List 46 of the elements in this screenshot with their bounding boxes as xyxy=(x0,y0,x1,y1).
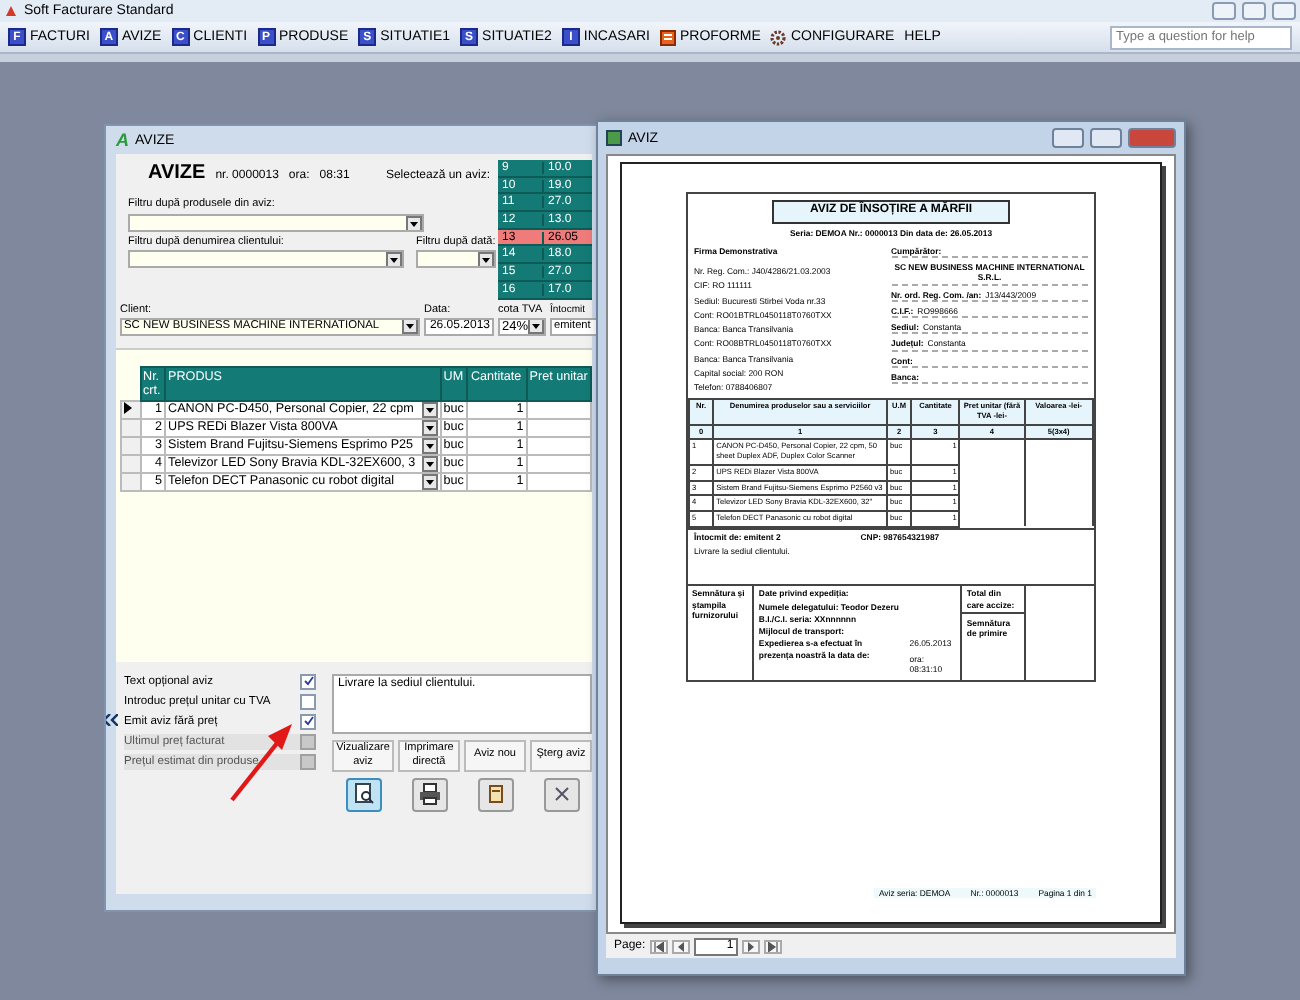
restore-button[interactable] xyxy=(1242,2,1266,20)
printer-icon xyxy=(417,782,441,806)
current-row-icon xyxy=(124,402,132,413)
dropdown-arrow-icon[interactable] xyxy=(421,402,438,416)
app-logo-icon xyxy=(4,4,18,18)
first-page-button[interactable] xyxy=(649,939,668,953)
document-icon xyxy=(659,29,676,45)
dropdown-arrow-icon[interactable] xyxy=(421,420,438,434)
maximize-button[interactable] xyxy=(1090,128,1122,148)
check-icon xyxy=(303,676,313,686)
checkbox[interactable] xyxy=(300,693,316,709)
next-page-button[interactable] xyxy=(741,939,760,953)
client-filter-dropdown[interactable] xyxy=(128,250,404,268)
dropdown-arrow-icon[interactable] xyxy=(402,319,418,333)
last-page-button[interactable] xyxy=(763,939,782,953)
check-icon xyxy=(303,716,313,726)
icon-button[interactable] xyxy=(345,777,381,811)
form-heading: AVIZE xyxy=(148,162,206,184)
dropdown-arrow-icon[interactable] xyxy=(421,438,438,452)
minimize-button[interactable] xyxy=(1052,128,1084,148)
row-selector[interactable] xyxy=(121,400,141,418)
previous-page-button[interactable] xyxy=(671,939,690,953)
previous-page-icon xyxy=(675,941,686,951)
app-letter-icon: A xyxy=(116,130,129,150)
icon-button[interactable] xyxy=(477,777,513,811)
checkbox[interactable] xyxy=(300,713,316,729)
dropdown-arrow-icon[interactable] xyxy=(421,456,438,470)
minimize-button[interactable] xyxy=(1212,2,1236,20)
dropdown-arrow-icon[interactable] xyxy=(421,474,438,488)
dropdown-arrow-icon[interactable] xyxy=(478,252,494,266)
date-filter-dropdown[interactable] xyxy=(416,250,496,268)
next-page-icon xyxy=(745,941,756,951)
new-document-icon xyxy=(483,782,507,806)
cross-icon xyxy=(549,782,573,806)
icon-button[interactable] xyxy=(411,777,447,811)
dropdown-arrow-icon[interactable] xyxy=(528,319,544,333)
dropdown-arrow-icon[interactable] xyxy=(406,216,422,230)
dropdown-arrow-icon[interactable] xyxy=(386,252,402,266)
double-chevron-icon[interactable] xyxy=(106,713,118,725)
window-app-icon xyxy=(606,130,622,146)
gear-icon xyxy=(770,29,787,45)
preview-icon xyxy=(351,782,375,806)
close-button[interactable] xyxy=(1272,2,1296,20)
checkbox[interactable] xyxy=(300,673,316,689)
first-page-icon xyxy=(653,941,664,951)
last-page-icon xyxy=(767,941,778,951)
